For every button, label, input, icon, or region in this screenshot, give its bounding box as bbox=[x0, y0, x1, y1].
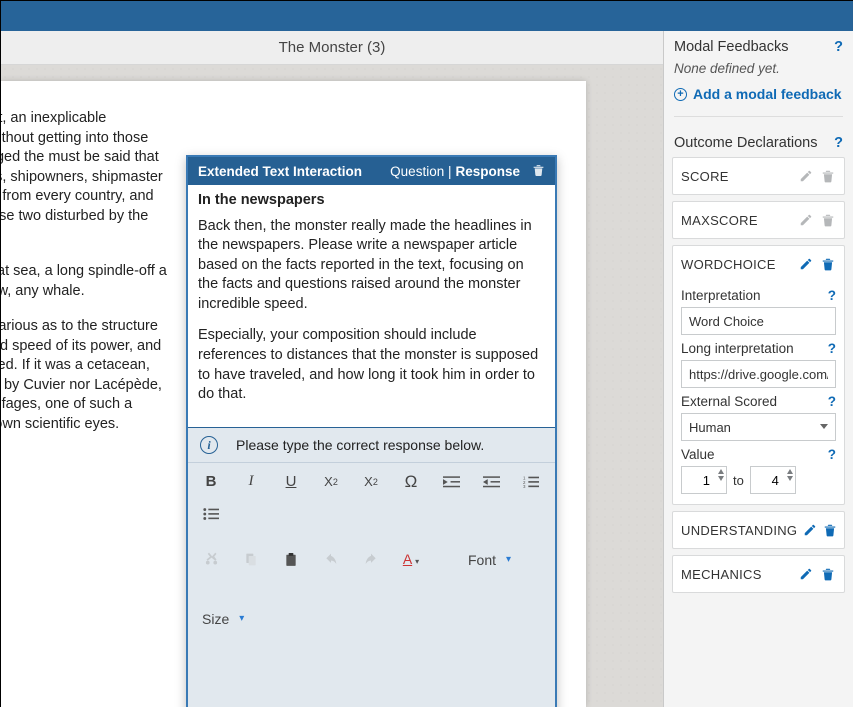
prompt-paragraph: Especially, your composition should incl… bbox=[198, 326, 545, 404]
canvas-area: bizarre development, an inexplicable phe… bbox=[1, 65, 663, 707]
document-title: The Monster (3) bbox=[279, 39, 386, 56]
add-modal-feedback-label: Add a modal feedback bbox=[693, 86, 842, 102]
extended-text-interaction: Extended Text Interaction Question | Res… bbox=[186, 155, 557, 707]
info-message: Please type the correct response below. bbox=[236, 437, 484, 453]
add-modal-feedback-link[interactable]: + Add a modal feedback bbox=[664, 86, 853, 116]
outdent-button[interactable] bbox=[482, 473, 500, 491]
value-to-label: to bbox=[733, 473, 744, 488]
page-paragraph: bizarre development, an inexplicable phe… bbox=[1, 109, 171, 246]
edit-outcome-button[interactable] bbox=[798, 168, 814, 184]
unordered-list-button[interactable] bbox=[202, 505, 220, 523]
outcome-name: MECHANICS bbox=[681, 567, 792, 582]
interaction-prompt: In the newspapers Back then, the monster… bbox=[188, 185, 555, 427]
modal-feedbacks-heading: Modal Feedbacks ? bbox=[664, 31, 853, 61]
outcome-name: UNDERSTANDING bbox=[681, 523, 797, 538]
delete-outcome-button[interactable] bbox=[820, 212, 836, 228]
prompt-paragraph: Back then, the monster really made the h… bbox=[198, 217, 545, 315]
help-icon[interactable]: ? bbox=[828, 341, 836, 356]
copy-button[interactable] bbox=[242, 551, 260, 569]
external-scored-select[interactable]: Human bbox=[681, 413, 836, 441]
page-paragraph: on, as recorded in various as to the str… bbox=[1, 317, 171, 434]
superscript-button[interactable]: X2 bbox=[362, 473, 380, 491]
plus-icon: + bbox=[674, 88, 687, 101]
edit-outcome-button[interactable] bbox=[803, 522, 817, 538]
chevron-down-icon: ▾ bbox=[506, 554, 511, 565]
main-editor-area: The Monster (3) bizarre development, an … bbox=[1, 31, 663, 707]
delete-outcome-button[interactable] bbox=[823, 522, 837, 538]
paste-button[interactable] bbox=[282, 551, 300, 569]
step-down-icon[interactable] bbox=[718, 476, 724, 481]
document-title-bar: The Monster (3) bbox=[1, 31, 663, 65]
help-icon[interactable]: ? bbox=[828, 394, 836, 409]
interaction-header[interactable]: Extended Text Interaction Question | Res… bbox=[188, 157, 555, 185]
italic-button[interactable]: I bbox=[242, 473, 260, 491]
outcome-name: SCORE bbox=[681, 169, 792, 184]
delete-outcome-button[interactable] bbox=[820, 256, 836, 272]
delete-outcome-button[interactable] bbox=[820, 566, 836, 582]
interpretation-input[interactable] bbox=[681, 307, 836, 335]
undo-button[interactable] bbox=[322, 551, 340, 569]
page-paragraph: several ships had " at sea, a long spind… bbox=[1, 262, 171, 301]
outcome-card-score: SCORE bbox=[672, 157, 845, 195]
font-label: Font bbox=[468, 552, 496, 568]
delete-outcome-button[interactable] bbox=[820, 168, 836, 184]
special-char-button[interactable]: Ω bbox=[402, 473, 420, 491]
help-icon[interactable]: ? bbox=[828, 288, 836, 303]
font-dropdown[interactable]: Font ▾ bbox=[468, 552, 511, 568]
indent-button[interactable] bbox=[442, 473, 460, 491]
outcome-declarations-heading: Outcome Declarations ? bbox=[664, 127, 853, 157]
info-icon: i bbox=[200, 436, 218, 454]
edit-outcome-button[interactable] bbox=[798, 256, 814, 272]
text-color-button[interactable]: A▾ bbox=[402, 551, 420, 569]
response-tab-label[interactable]: Response bbox=[455, 164, 520, 179]
help-icon[interactable]: ? bbox=[834, 39, 843, 55]
step-up-icon[interactable] bbox=[718, 469, 724, 474]
bold-button[interactable]: B bbox=[202, 473, 220, 491]
info-bar: i Please type the correct response below… bbox=[188, 427, 555, 462]
long-interpretation-label: Long interpretation ? bbox=[681, 341, 836, 356]
step-up-icon[interactable] bbox=[787, 469, 793, 474]
outcome-card-wordchoice: WORDCHOICE Interpretation ? Long interpr… bbox=[672, 245, 845, 505]
ordered-list-button[interactable]: 123 bbox=[522, 473, 540, 491]
value-label: Value ? bbox=[681, 447, 836, 462]
top-bar bbox=[1, 1, 852, 31]
value-from-stepper[interactable] bbox=[681, 466, 727, 494]
redo-button[interactable] bbox=[362, 551, 380, 569]
outcome-card-understanding: UNDERSTANDING bbox=[672, 511, 845, 549]
long-interpretation-input[interactable] bbox=[681, 360, 836, 388]
edit-outcome-button[interactable] bbox=[798, 566, 814, 582]
modal-feedbacks-empty: None defined yet. bbox=[664, 61, 853, 86]
subscript-button[interactable]: X2 bbox=[322, 473, 340, 491]
svg-text:3: 3 bbox=[523, 484, 526, 489]
external-scored-label: External Scored ? bbox=[681, 394, 836, 409]
help-icon[interactable]: ? bbox=[828, 447, 836, 462]
underline-button[interactable]: U bbox=[282, 473, 300, 491]
interpretation-label: Interpretation ? bbox=[681, 288, 836, 303]
help-icon[interactable]: ? bbox=[834, 135, 843, 151]
response-textarea[interactable] bbox=[188, 637, 555, 707]
editor-toolbar: B I U X2 X2 Ω 123 bbox=[188, 462, 555, 637]
prompt-heading: In the newspapers bbox=[198, 191, 545, 211]
outcome-card-maxscore: MAXSCORE bbox=[672, 201, 845, 239]
cut-button[interactable] bbox=[202, 551, 220, 569]
style-editor-panel: Style Editor Modal Feedbacks ? None defi… bbox=[663, 1, 853, 707]
outcome-name: WORDCHOICE bbox=[681, 257, 792, 272]
outcome-card-mechanics: MECHANICS bbox=[672, 555, 845, 593]
value-to-stepper[interactable] bbox=[750, 466, 796, 494]
divider bbox=[674, 116, 843, 117]
size-label: Size bbox=[202, 611, 229, 627]
step-down-icon[interactable] bbox=[787, 476, 793, 481]
interaction-title: Extended Text Interaction bbox=[198, 164, 390, 179]
edit-outcome-button[interactable] bbox=[798, 212, 814, 228]
chevron-down-icon: ▾ bbox=[239, 613, 244, 624]
question-tab-label[interactable]: Question | bbox=[390, 164, 451, 179]
page-body-text: bizarre development, an inexplicable phe… bbox=[1, 109, 171, 434]
outcome-name: MAXSCORE bbox=[681, 213, 792, 228]
delete-interaction-button[interactable] bbox=[532, 163, 545, 180]
size-dropdown[interactable]: Size ▾ bbox=[202, 611, 244, 627]
